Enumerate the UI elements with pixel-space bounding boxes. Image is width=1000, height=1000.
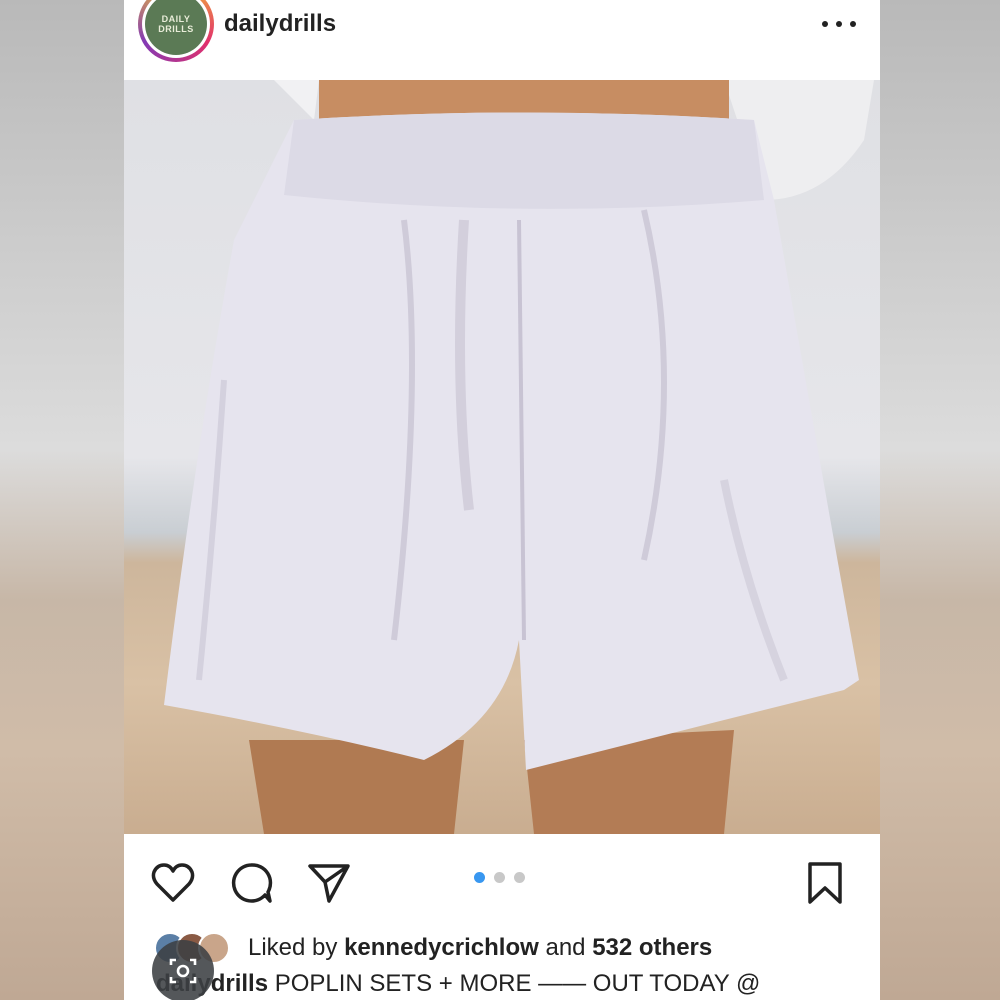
caption-text: POPLIN SETS + MORE —— OUT TODAY @ [268,970,761,997]
likes-text: Liked by kennedycrichlow and 532 others [248,934,713,961]
post-photo[interactable] [124,80,880,834]
send-paper-plane-icon[interactable] [306,860,352,906]
background-blur-right [876,0,1000,1000]
background-blur-left [0,0,124,1000]
post-header: DAILY DRILLS dailydrills [124,0,880,80]
carousel-dot [494,872,505,883]
bookmark-icon[interactable] [802,860,848,906]
more-horizontal-icon[interactable] [822,12,856,36]
comment-bubble-icon[interactable] [228,860,274,906]
avatar-text-bottom: DRILLS [158,24,194,34]
avatar: DAILY DRILLS [145,0,207,55]
avatar-text-top: DAILY [161,14,191,24]
lens-camera-icon[interactable] [152,940,214,1000]
carousel-dot [514,872,525,883]
carousel-dot-active [474,872,485,883]
carousel-dots [474,872,525,883]
action-bar [124,834,880,924]
post-caption: dailydrills POPLIN SETS + MORE —— OUT TO… [156,970,760,998]
shorts-photo-illustration [164,80,874,834]
username-link[interactable]: dailydrills [224,10,336,38]
likes-row[interactable]: Liked by kennedycrichlow and 532 others [154,928,712,968]
liker-username[interactable]: kennedycrichlow [344,934,539,961]
instagram-post: DAILY DRILLS dailydrills [124,0,880,1000]
heart-icon[interactable] [150,860,196,906]
likes-count[interactable]: 532 others [592,934,712,961]
story-ring[interactable]: DAILY DRILLS [138,0,214,62]
